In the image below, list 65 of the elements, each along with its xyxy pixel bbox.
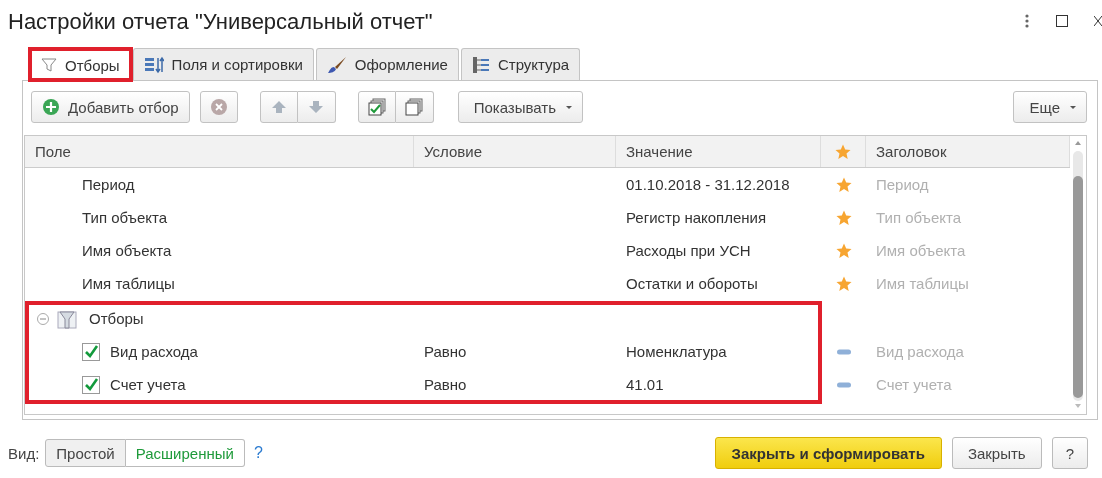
help-link[interactable]: ?	[253, 444, 263, 462]
arrow-up-icon	[270, 100, 287, 114]
value-text: Регистр накопления	[626, 209, 767, 226]
view-label: Вид:	[8, 444, 40, 462]
field-name: Имя таблицы	[82, 275, 175, 292]
uncheck-all-button[interactable]	[395, 91, 434, 123]
add-filter-button[interactable]: Добавить отбор	[31, 91, 190, 123]
footer-button[interactable]: ?	[1051, 437, 1088, 469]
collapse-icon[interactable]	[37, 312, 49, 325]
field-name: Период	[82, 176, 135, 193]
field-name: Вид расхода	[110, 343, 198, 360]
star-icon	[835, 143, 851, 160]
condition-text: Равно	[424, 376, 467, 393]
checkbox[interactable]	[82, 342, 100, 361]
delete-icon	[209, 98, 228, 116]
arrow-down-icon	[308, 100, 325, 114]
title-text: Период	[876, 176, 929, 193]
column-header[interactable]: Заголовок	[866, 136, 1070, 167]
close-icon	[1094, 15, 1102, 27]
tab[interactable]: Отборы	[30, 48, 131, 81]
brush-icon	[326, 55, 347, 74]
show-dropdown[interactable]: Показывать	[457, 91, 583, 123]
field-name: Тип объекта	[82, 209, 168, 226]
check-all-button[interactable]	[357, 91, 396, 123]
move-up-button[interactable]	[259, 91, 298, 123]
title-text: Тип объекта	[876, 209, 962, 226]
tab[interactable]: Оформление	[315, 48, 459, 80]
tree-structure-icon	[471, 55, 490, 74]
title-text: Вид расхода	[876, 343, 964, 360]
filter-group-icon	[57, 308, 77, 329]
value-text: Остатки и обороты	[626, 275, 758, 292]
view-option[interactable]: Расширенный	[125, 439, 245, 467]
uncheck-all-icon	[405, 98, 424, 116]
condition-text: Равно	[424, 343, 467, 360]
more-icon	[1024, 13, 1030, 29]
field-name: Имя объекта	[82, 242, 172, 259]
value-text: Номенклатура	[626, 343, 727, 360]
more-dropdown[interactable]: Еще	[1013, 91, 1087, 123]
caret-icon	[1070, 105, 1076, 109]
add-icon	[42, 98, 60, 116]
checkbox[interactable]	[82, 375, 100, 394]
value-text: Расходы при УСН	[626, 242, 751, 259]
close-and-generate-button[interactable]: Закрыть и сформировать	[714, 437, 942, 469]
move-down-button[interactable]	[297, 91, 336, 123]
footer-button[interactable]: Закрыть	[951, 437, 1042, 469]
column-header[interactable]: Значение	[616, 136, 821, 167]
check-all-icon	[367, 98, 386, 116]
list-sort-icon	[143, 55, 164, 74]
column-header[interactable]: Условие	[414, 136, 616, 167]
field-name: Счет учета	[110, 376, 186, 393]
window-title: Настройки отчета "Универсальный отчет"	[8, 8, 434, 35]
funnel-icon	[41, 57, 57, 73]
title-text: Имя объекта	[876, 242, 966, 259]
tab[interactable]: Структура	[460, 48, 581, 80]
column-header[interactable]: Поле	[25, 136, 414, 167]
title-text: Счет учета	[876, 376, 952, 393]
view-option[interactable]: Простой	[45, 439, 126, 467]
tab[interactable]: Поля и сортировки	[132, 48, 314, 80]
delete-button[interactable]	[199, 91, 238, 123]
maximize-icon	[1056, 15, 1068, 27]
value-text: 41.01	[626, 376, 664, 393]
title-text: Имя таблицы	[876, 275, 969, 292]
value-text: 01.10.2018 - 31.12.2018	[626, 176, 790, 193]
group-name: Отборы	[89, 310, 144, 327]
caret-icon	[566, 105, 572, 109]
